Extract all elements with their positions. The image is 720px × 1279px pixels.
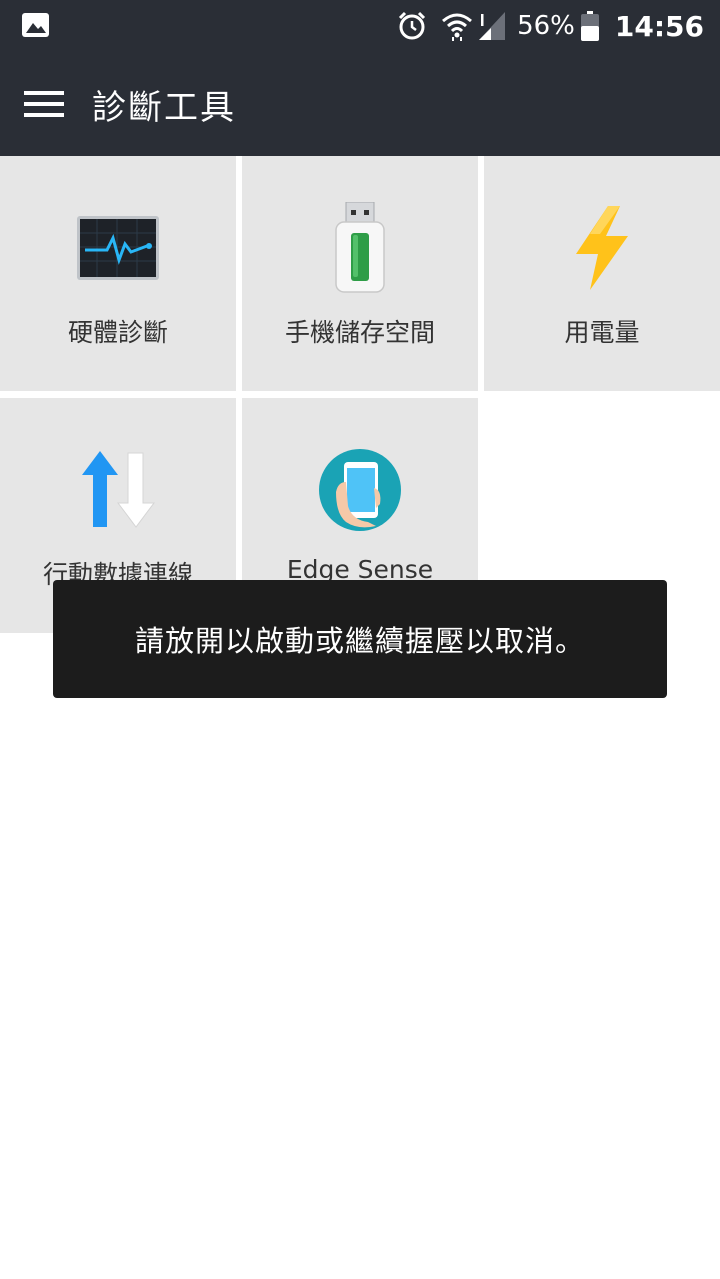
hamburger-menu-button[interactable] (14, 74, 74, 134)
signal-icon (479, 12, 506, 40)
app-bar: 診斷工具 (0, 52, 720, 156)
tile-power-usage[interactable]: 用電量 (484, 156, 720, 391)
battery-percentage: 56% (517, 11, 575, 41)
hand-phone-icon (319, 449, 401, 531)
tile-label: 用電量 (564, 318, 640, 347)
tile-phone-storage[interactable]: 手機儲存空間 (242, 156, 478, 391)
battery-icon (580, 11, 599, 41)
tile-label: 手機儲存空間 (284, 318, 435, 347)
data-arrows-icon (82, 451, 155, 528)
page-title: 診斷工具 (92, 88, 236, 128)
tile-label: 硬體診斷 (67, 318, 168, 347)
hardware-monitor-icon (77, 216, 159, 280)
alarm-icon (399, 11, 426, 40)
hamburger-menu-icon (24, 91, 64, 117)
tile-hardware-diagnostics[interactable]: 硬體診斷 (0, 156, 236, 391)
usb-storage-icon (335, 202, 385, 293)
toast-message: 請放開以啟動或繼續握壓以取消。 (53, 580, 667, 698)
wifi-icon (442, 13, 473, 41)
clock-time: 14:56 (614, 9, 704, 43)
gallery-icon (22, 13, 49, 37)
lightning-icon (576, 206, 628, 290)
status-bar: 56% 14:56 (0, 0, 720, 52)
